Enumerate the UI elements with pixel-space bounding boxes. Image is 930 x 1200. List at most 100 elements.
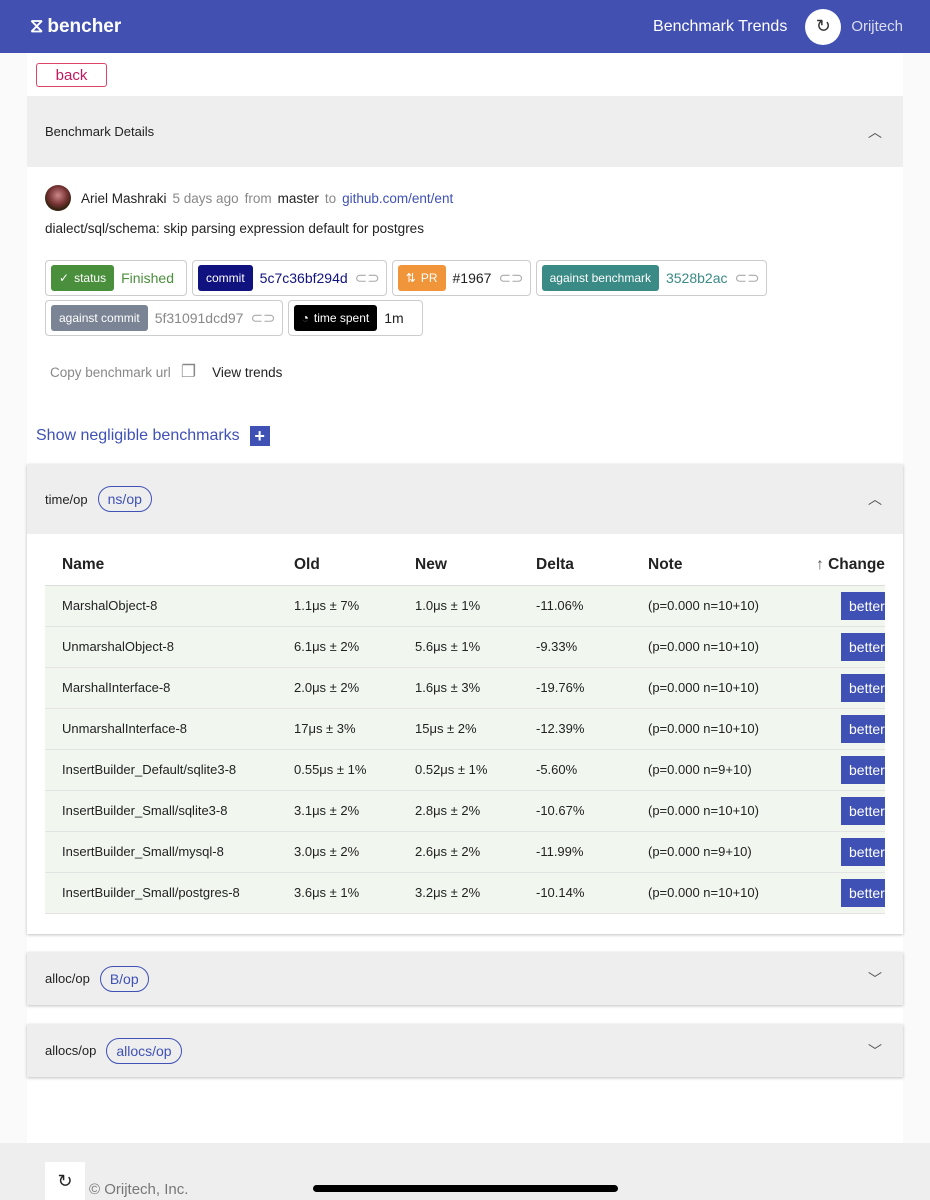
- table-row: InsertBuilder_Small/sqlite3-8 3.1μs ± 2% 2…: [45, 790, 885, 832]
- cell-name: InsertBuilder_Small/postgres-8: [45, 872, 277, 914]
- cell-name: UnmarshalInterface-8: [45, 708, 277, 750]
- section-alloc-op[interactable]: alloc/op B/op ﹀: [27, 952, 903, 1005]
- commit-value[interactable]: 5c7c36bf294d: [260, 270, 348, 286]
- hourglass-icon: ⧖: [30, 15, 44, 37]
- unit-badge: B/op: [99, 965, 149, 992]
- org-logo-icon[interactable]: ↻: [805, 8, 842, 45]
- cell-new: 15μs ± 2%: [398, 708, 519, 750]
- author-name: Ariel Mashraki: [81, 190, 167, 206]
- chevron-down-icon[interactable]: ﹀: [865, 1041, 885, 1061]
- cell-change: better: [799, 585, 885, 627]
- org-name[interactable]: Orijtech: [851, 18, 903, 35]
- table-row: MarshalObject-8 1.1μs ± 7% 1.0μs ± 1% -11.0…: [45, 585, 885, 627]
- section-header[interactable]: allocs/op allocs/op ﹀: [27, 1024, 903, 1077]
- better-badge: better: [841, 673, 885, 702]
- repo-link[interactable]: github.com/ent/ent: [342, 191, 453, 206]
- show-negligible-label: Show negligible benchmarks: [36, 427, 240, 444]
- table-row: InsertBuilder_Small/postgres-8 3.6μs ± 1%…: [45, 872, 885, 914]
- cell-delta: -5.60%: [519, 749, 631, 791]
- better-badge: better: [841, 837, 885, 866]
- table-row: UnmarshalInterface-8 17μs ± 3% 15μs ± 2% -1…: [45, 708, 885, 750]
- section-allocs-op[interactable]: allocs/op allocs/op ﹀: [27, 1024, 903, 1077]
- better-badge: better: [841, 632, 885, 661]
- col-change[interactable]: ↑ Change: [799, 545, 885, 586]
- plus-icon[interactable]: +: [249, 426, 270, 446]
- chips: ✓ status Finished commit 5c7c36bf294d ⊂⊃ ⇅ PR…: [45, 260, 785, 336]
- cell-change: better: [799, 626, 885, 668]
- cell-new: 5.6μs ± 1%: [398, 626, 519, 668]
- cell-name: InsertBuilder_Small/mysql-8: [45, 831, 277, 873]
- section-time-op: time/op ns/op ︿ Name Old New Delta Note ↑ …: [27, 464, 903, 934]
- cell-change: better: [799, 708, 885, 750]
- brand-name: bencher: [47, 15, 122, 37]
- time-spent-label: time spent: [313, 311, 370, 325]
- cell-new: 1.6μs ± 3%: [398, 667, 519, 709]
- branch-name: master: [277, 190, 319, 206]
- against-commit-label: against commit: [51, 305, 148, 331]
- cell-new: 2.6μs ± 2%: [398, 831, 519, 873]
- from-label: from: [244, 190, 272, 206]
- unit-badge: ns/op: [97, 486, 152, 512]
- avatar: [45, 185, 71, 211]
- commit-message: dialect/sql/schema: skip parsing express…: [45, 221, 424, 236]
- cell-delta: -9.33%: [519, 626, 631, 668]
- copyright: © Orijtech, Inc.: [89, 1181, 189, 1198]
- against-commit-value[interactable]: 5f31091dcd97: [155, 310, 244, 326]
- chevron-down-icon[interactable]: ﹀: [865, 969, 885, 989]
- top-nav: ⧖ bencher Benchmark Trends ↻ Orijtech: [0, 0, 930, 53]
- pr-value[interactable]: #1967: [453, 270, 492, 286]
- chevron-up-icon[interactable]: ︿: [865, 122, 885, 142]
- better-badge: better: [841, 755, 885, 784]
- status-chip: ✓ status Finished: [45, 260, 187, 296]
- commit-chip: commit 5c7c36bf294d ⊂⊃: [192, 260, 387, 296]
- chevron-up-icon[interactable]: ︿: [865, 489, 885, 509]
- section-header[interactable]: time/op ns/op ︿: [27, 464, 903, 534]
- against-benchmark-value[interactable]: 3528b2ac: [666, 270, 728, 286]
- section-title: alloc/op: [45, 971, 90, 986]
- link-icon[interactable]: ⊂⊃: [735, 269, 760, 287]
- col-note: Note: [631, 545, 799, 586]
- view-trends-link[interactable]: View trends: [212, 365, 282, 380]
- back-button[interactable]: back: [36, 63, 107, 87]
- brand-logo[interactable]: ⧖ bencher: [30, 16, 121, 38]
- better-badge: better: [841, 878, 885, 907]
- show-negligible-toggle[interactable]: Show negligible benchmarks +: [36, 426, 270, 446]
- check-circle-icon: ✓: [59, 271, 70, 285]
- sort-arrow-up-icon[interactable]: ↑: [816, 556, 824, 573]
- cell-change: better: [799, 667, 885, 709]
- link-icon[interactable]: ⊂⊃: [355, 269, 380, 287]
- cell-name: MarshalObject-8: [45, 585, 277, 627]
- cell-delta: -10.67%: [519, 790, 631, 832]
- better-badge: better: [841, 591, 885, 620]
- cell-name: MarshalInterface-8: [45, 667, 277, 709]
- benchmark-details-header[interactable]: Benchmark Details ︿: [27, 96, 903, 167]
- link-icon[interactable]: ⊂⊃: [498, 269, 523, 287]
- cell-change: better: [799, 831, 885, 873]
- cell-note: (p=0.000 n=10+10): [631, 667, 799, 709]
- status-label: status: [74, 271, 107, 285]
- unit-badge: allocs/op: [106, 1037, 182, 1064]
- benchmark-trends-link[interactable]: Benchmark Trends: [653, 18, 787, 36]
- col-change-label: Change: [828, 555, 885, 573]
- time-spent-chip: ◔ time spent 1m: [287, 300, 423, 336]
- link-icon[interactable]: ⊂⊃: [250, 309, 275, 327]
- copy-icon[interactable]: ❐: [181, 362, 196, 382]
- cell-note: (p=0.000 n=10+10): [631, 872, 799, 914]
- col-old: Old: [277, 545, 398, 586]
- cell-delta: -11.06%: [519, 585, 631, 627]
- actions-row: Copy benchmark url ❐ View trends: [50, 362, 282, 382]
- copy-url-button[interactable]: Copy benchmark url: [50, 365, 171, 380]
- cell-new: 0.52μs ± 1%: [398, 749, 519, 791]
- cell-new: 3.2μs ± 2%: [398, 872, 519, 914]
- cell-new: 1.0μs ± 1%: [398, 585, 519, 627]
- status-value: Finished: [121, 270, 174, 286]
- against-benchmark-chip: against benchmark 3528b2ac ⊂⊃: [535, 260, 767, 296]
- cell-note: (p=0.000 n=10+10): [631, 708, 799, 750]
- main-content: back Benchmark Details ︿ Ariel Mashraki 5…: [27, 53, 903, 1143]
- section-header[interactable]: alloc/op B/op ﹀: [27, 952, 903, 1005]
- table-row: UnmarshalObject-8 6.1μs ± 2% 5.6μs ± 1% -9.…: [45, 626, 885, 668]
- cell-old: 3.1μs ± 2%: [277, 790, 398, 832]
- cell-old: 3.6μs ± 1%: [277, 872, 398, 914]
- col-name: Name: [45, 545, 277, 586]
- home-indicator[interactable]: [313, 1185, 618, 1192]
